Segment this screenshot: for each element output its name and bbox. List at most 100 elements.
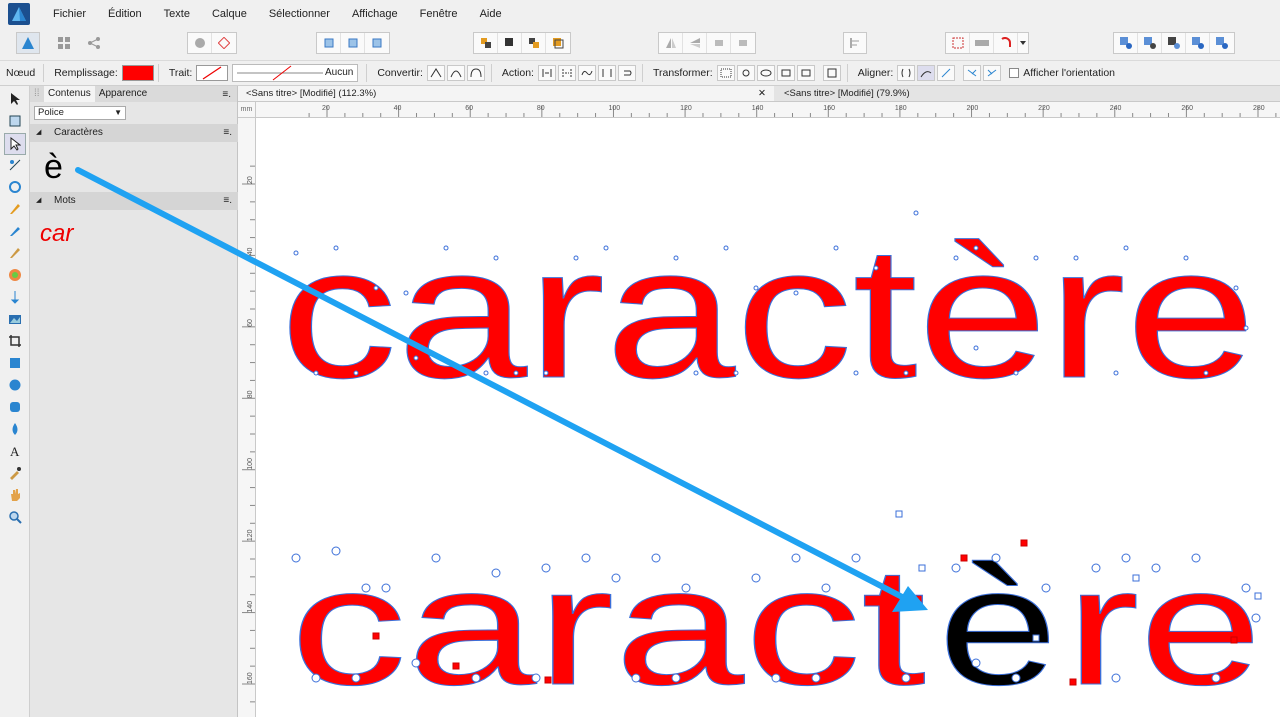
rotate-left-icon[interactable] — [707, 33, 731, 53]
curve-node[interactable] — [793, 290, 799, 296]
rectangle-tool-icon[interactable] — [6, 354, 24, 372]
curve-node[interactable] — [723, 245, 729, 251]
color-picker-tool-icon[interactable] — [6, 464, 24, 482]
curve-node[interactable] — [1243, 325, 1249, 331]
transform-box-icon[interactable] — [796, 65, 815, 81]
section-menu-icon[interactable]: ≡. — [223, 192, 232, 210]
curve-node[interactable] — [1203, 370, 1209, 376]
curve-node[interactable] — [693, 370, 699, 376]
curve-node[interactable] — [573, 255, 579, 261]
curve-node[interactable] — [313, 370, 319, 376]
transform-nodes-icon[interactable] — [776, 65, 795, 81]
transparency-tool-icon[interactable] — [6, 288, 24, 306]
grid-icon[interactable] — [946, 33, 970, 53]
curve-node[interactable] — [901, 673, 911, 683]
curve-node[interactable] — [1073, 255, 1079, 261]
curve-node[interactable] — [443, 245, 449, 251]
panel-grip-icon[interactable]: ⁞⁞ — [30, 86, 44, 102]
pen-tool-icon[interactable] — [6, 200, 24, 218]
vertical-ruler[interactable]: 20 40 60 80 100 120 140 160 — [238, 118, 256, 717]
curve-node[interactable] — [973, 245, 979, 251]
snap-icon-2[interactable] — [341, 33, 365, 53]
curve-node[interactable] — [471, 673, 481, 683]
curve-node[interactable] — [531, 673, 541, 683]
curve-node[interactable] — [291, 553, 301, 563]
curve-node[interactable] — [991, 553, 1001, 563]
curve-node[interactable] — [293, 250, 299, 256]
snap-icon-3[interactable] — [365, 33, 389, 53]
designer-persona-icon[interactable] — [16, 32, 40, 54]
curve-node[interactable] — [1111, 673, 1121, 683]
curve-node[interactable] — [1013, 370, 1019, 376]
snap-to-curve-icon[interactable] — [983, 65, 1002, 81]
curve-node[interactable] — [851, 553, 861, 563]
curve-node[interactable] — [581, 553, 591, 563]
move-tool-icon[interactable] — [6, 90, 24, 108]
curve-node[interactable] — [960, 554, 968, 562]
boolean-divide-icon[interactable] — [1210, 33, 1234, 53]
curve-node[interactable] — [1113, 370, 1119, 376]
word-bottom-prefix[interactable]: caract — [290, 532, 927, 717]
canvas[interactable]: caractère caract è re — [256, 118, 1280, 717]
boolean-add-icon[interactable] — [1114, 33, 1138, 53]
curve-node[interactable] — [673, 255, 679, 261]
pencil-tool-icon[interactable] — [6, 222, 24, 240]
close-icon[interactable]: ✕ — [758, 86, 766, 101]
curve-node[interactable] — [333, 245, 339, 251]
move-to-back-icon[interactable] — [474, 33, 498, 53]
curve-node[interactable] — [452, 662, 460, 670]
curve-node[interactable] — [631, 673, 641, 683]
curve-node[interactable] — [1191, 553, 1201, 563]
node-tool-icon[interactable] — [4, 133, 26, 155]
smooth-curve-icon[interactable] — [577, 65, 596, 81]
curve-node[interactable] — [493, 255, 499, 261]
hand-tool-icon[interactable] — [6, 486, 24, 504]
word-bottom-suffix[interactable]: re — [1066, 532, 1263, 717]
curve-node[interactable] — [331, 546, 341, 556]
fill-tool-icon[interactable] — [6, 266, 24, 284]
shape-tool-icon[interactable] — [6, 420, 24, 438]
ellipse-tool-icon[interactable] — [6, 376, 24, 394]
tab-apparence[interactable]: Apparence — [95, 86, 151, 102]
curve-node[interactable] — [753, 285, 759, 291]
align-nodes-icon[interactable] — [897, 65, 916, 81]
curve-node[interactable] — [913, 210, 919, 216]
curve-node[interactable] — [1069, 678, 1077, 686]
curve-node[interactable] — [1230, 636, 1238, 644]
curve-node[interactable] — [973, 345, 979, 351]
curve-node[interactable] — [733, 370, 739, 376]
curve-node[interactable] — [873, 265, 879, 271]
curve-node[interactable] — [311, 673, 321, 683]
rounded-rectangle-tool-icon[interactable] — [6, 398, 24, 416]
menu-aide[interactable]: Aide — [469, 0, 513, 28]
curve-node[interactable] — [1041, 583, 1051, 593]
curve-node[interactable] — [971, 658, 981, 668]
curve-node[interactable] — [951, 563, 961, 573]
curve-node[interactable] — [431, 553, 441, 563]
curve-node[interactable] — [353, 370, 359, 376]
curve-node[interactable] — [671, 673, 681, 683]
curve-node[interactable] — [771, 673, 781, 683]
curve-node[interactable] — [953, 255, 959, 261]
curve-node[interactable] — [541, 563, 551, 573]
transform-mode-icon[interactable] — [716, 65, 735, 81]
menu-selectionner[interactable]: Sélectionner — [258, 0, 341, 28]
affinity-designer-logo-icon[interactable] — [8, 3, 30, 25]
curve-node[interactable] — [544, 676, 552, 684]
menu-texte[interactable]: Texte — [153, 0, 201, 28]
word-top-curves[interactable]: caractère — [280, 207, 1257, 418]
snap-icon-1[interactable] — [317, 33, 341, 53]
pixel-view-icon[interactable] — [970, 33, 994, 53]
curve-node[interactable] — [381, 583, 391, 593]
curve-node[interactable] — [1233, 285, 1239, 291]
curve-node[interactable] — [903, 370, 909, 376]
curve-node[interactable] — [791, 553, 801, 563]
stroke-swatch[interactable] — [196, 65, 229, 81]
curve-node[interactable] — [603, 245, 609, 251]
align-curve-icon[interactable] — [917, 65, 936, 81]
curve-node[interactable] — [1020, 539, 1028, 547]
curve-node[interactable] — [895, 510, 903, 518]
text-tool-icon[interactable]: A — [6, 442, 24, 460]
geometry-icon[interactable] — [188, 33, 212, 53]
flip-horizontal-icon[interactable] — [659, 33, 683, 53]
